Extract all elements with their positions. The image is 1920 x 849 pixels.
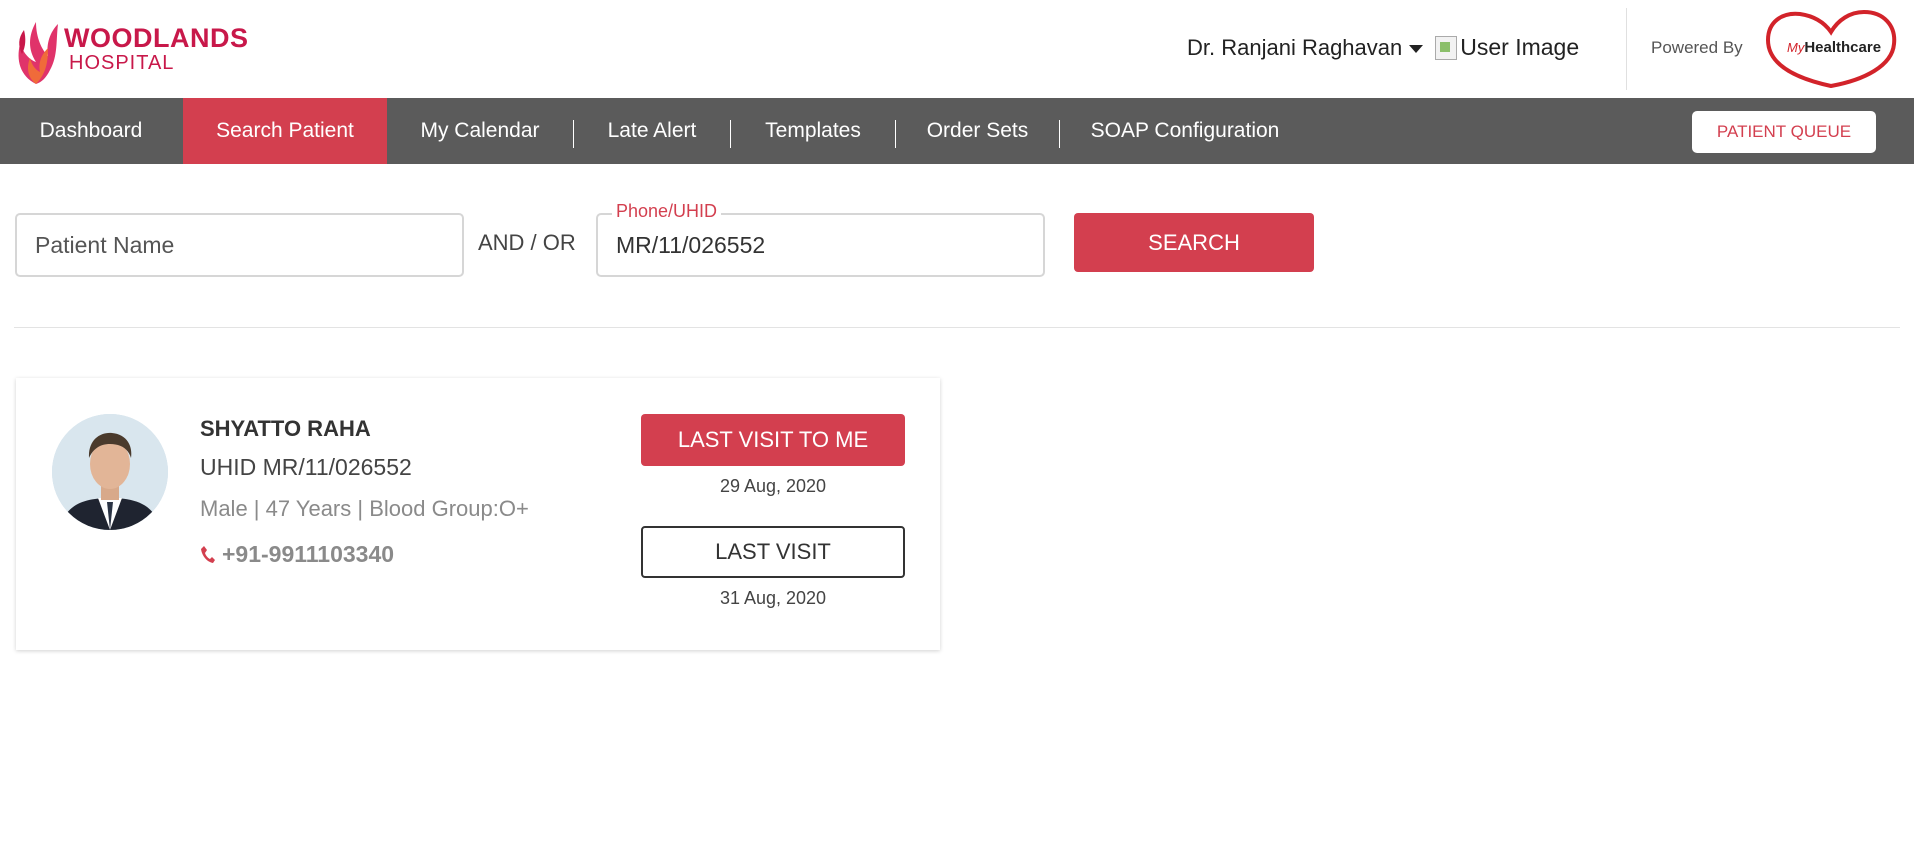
nav-my-calendar[interactable]: My Calendar [387, 98, 573, 164]
phone-uhid-field[interactable]: Phone/UHID [596, 201, 1045, 277]
powered-by-label: Powered By [1651, 38, 1743, 57]
last-visit-date: 31 Aug, 2020 [719, 588, 827, 608]
doctor-name[interactable]: Dr. Ranjani Raghavan [1187, 35, 1402, 61]
logo-title: WOODLANDS [64, 23, 249, 53]
main-nav: Dashboard Search Patient My Calendar Lat… [0, 98, 1914, 164]
patient-uhid: UHID MR/11/026552 [200, 454, 412, 480]
nav-order-sets[interactable]: Order Sets [896, 98, 1059, 164]
nav-soap-configuration[interactable]: SOAP Configuration [1060, 98, 1310, 164]
woodlands-flame-icon [18, 22, 58, 84]
patient-card[interactable]: SHYATTO RAHA UHID MR/11/026552 Male | 47… [16, 378, 940, 650]
patient-name-input[interactable] [17, 215, 462, 275]
user-image-alt-text: User Image [1460, 34, 1580, 60]
woodlands-logo[interactable]: WOODLANDS HOSPITAL [14, 10, 248, 86]
phone-uhid-input[interactable] [598, 215, 1043, 275]
phone-uhid-label: Phone/UHID [612, 201, 722, 222]
last-visit-to-me-date: 29 Aug, 2020 [719, 476, 827, 496]
section-divider [14, 327, 1900, 328]
phone-icon [201, 545, 215, 563]
header-divider [1626, 8, 1627, 90]
nav-search-patient[interactable]: Search Patient [183, 98, 387, 164]
patient-avatar [52, 414, 168, 530]
nav-dashboard[interactable]: Dashboard [0, 98, 182, 164]
patient-phone: +91-9911103340 [200, 541, 394, 568]
last-visit-button[interactable]: LAST VISIT [641, 526, 905, 578]
user-menu[interactable]: Dr. Ranjani Raghavan User Image [1187, 34, 1579, 61]
patient-queue-button[interactable]: PATIENT QUEUE [1692, 111, 1876, 153]
caret-down-icon[interactable] [1409, 44, 1424, 53]
patient-phone-number: +91-9911103340 [222, 541, 395, 567]
nav-templates[interactable]: Templates [731, 98, 895, 164]
logo-subtitle: HOSPITAL [69, 52, 175, 74]
search-button[interactable]: SEARCH [1074, 213, 1314, 272]
patient-name: SHYATTO RAHA [200, 416, 371, 441]
partner-logo-text: MyHealthcare [1787, 39, 1882, 56]
nav-late-alert[interactable]: Late Alert [574, 98, 730, 164]
last-visit-to-me-button[interactable]: LAST VISIT TO ME [641, 414, 905, 466]
and-or-label: AND / OR [478, 230, 576, 255]
user-avatar[interactable]: User Image [1435, 34, 1579, 61]
patient-name-field[interactable] [15, 213, 464, 277]
patient-demographics: Male | 47 Years | Blood Group:O+ [200, 496, 529, 521]
broken-image-icon [1435, 35, 1458, 60]
app-header: WOODLANDS HOSPITAL Dr. Ranjani Raghavan … [0, 0, 1920, 98]
